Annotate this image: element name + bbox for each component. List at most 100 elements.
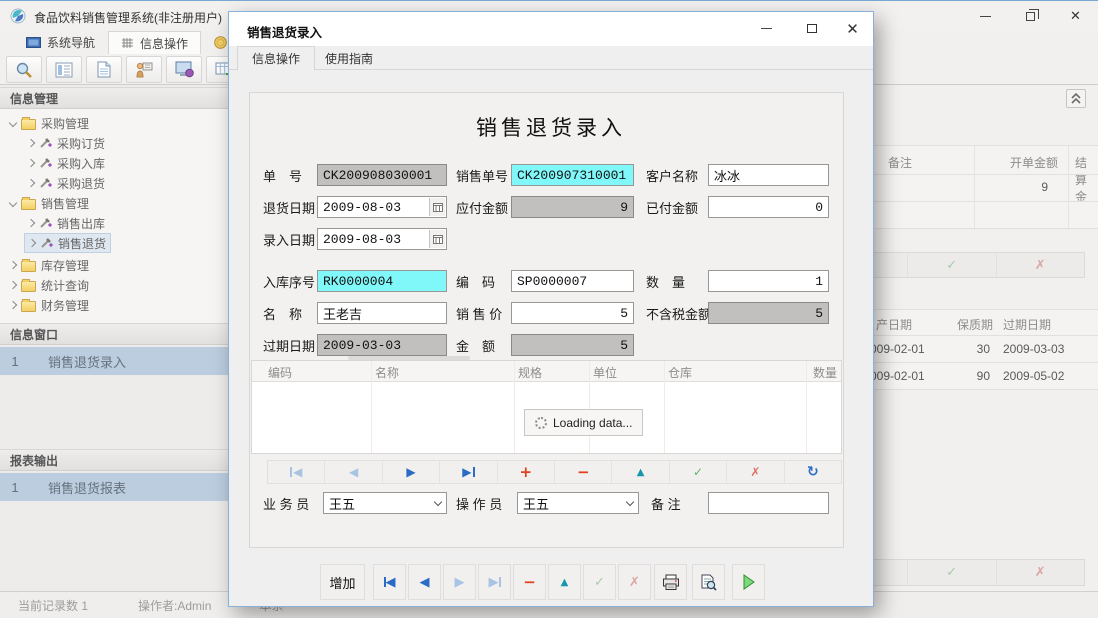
bottom-last-button[interactable]: ▶ (478, 564, 511, 600)
tree-item-sales-return[interactable]: 销售退货 (24, 233, 111, 253)
dialog-tab-user-guide[interactable]: 使用指南 (311, 46, 387, 70)
tree-item-stock-mgmt[interactable]: 库存管理 (6, 255, 93, 275)
last-record-icon: ▶ (462, 465, 471, 479)
grid-col-name[interactable]: 名称 (375, 364, 399, 381)
dialog-close-button[interactable]: ✕ (830, 12, 875, 45)
post-record-icon: ✓ (594, 575, 605, 590)
add-button[interactable]: 增加 (320, 564, 365, 600)
dialog-minimize-button[interactable] (744, 12, 789, 45)
ribbon-tab-system-nav[interactable]: 系统导航 (14, 31, 107, 54)
grid-col-spec[interactable]: 规格 (518, 364, 542, 381)
panel-collapse-button[interactable] (1066, 89, 1086, 108)
tree-item-purchase-mgmt[interactable]: 采购管理 (6, 113, 93, 133)
cross-icon: ✗ (1035, 565, 1046, 580)
toolbar-search-button[interactable] (6, 56, 42, 83)
batch-col-expire: 过期日期 (1003, 316, 1051, 333)
sidebar: 信息管理 采购管理 采购订货 采购入库 采购退货 销售管理 销售出库 销售退货 … (0, 85, 228, 591)
orders-col-settle: 结算金 (1075, 154, 1098, 205)
bottom-prev-button[interactable]: ◀ (408, 564, 441, 600)
nav-refresh-button[interactable]: ↻ (784, 461, 841, 483)
entry-date-field[interactable]: 2009-08-03 (317, 228, 447, 250)
nav-post-button[interactable]: ✓ (669, 461, 726, 483)
sales-return-dialog: 销售退货录入 ✕ 信息操作 使用指南 销售退货录入 单 号 CK20090803… (228, 11, 874, 607)
chevron-right-icon (27, 139, 35, 147)
bottom-next-button[interactable]: ▶ (443, 564, 476, 600)
tree-item-purchase-return[interactable]: 采购退货 (24, 173, 109, 193)
chevron-down-icon (626, 498, 634, 506)
toolbar-form-button[interactable] (46, 56, 82, 83)
batch-cancel-button[interactable]: ✗ (996, 560, 1085, 585)
customer-field[interactable]: 冰冰 (708, 164, 829, 186)
nav-first-button[interactable]: ◀ (268, 461, 324, 483)
return-date-field[interactable]: 2009-08-03 (317, 196, 447, 218)
remark-field[interactable] (708, 492, 829, 514)
tree-item-stats-query[interactable]: 统计查询 (6, 275, 93, 295)
chevron-right-icon (27, 179, 35, 187)
dialog-maximize-button[interactable] (789, 12, 834, 45)
main-minimize-button[interactable] (963, 1, 1008, 31)
main-restore-button[interactable] (1008, 1, 1053, 31)
spinner-icon (535, 417, 547, 429)
orders-table: 备注 开单金额 结算金 9 (862, 145, 1098, 229)
bottom-edit-button[interactable]: ▲ (548, 564, 581, 600)
tool-icon (39, 217, 52, 229)
dialog-tab-info-ops[interactable]: 信息操作 (237, 46, 315, 71)
code-field[interactable]: SP0000007 (511, 270, 634, 292)
nav-insert-button[interactable]: + (497, 461, 554, 483)
batch-post-button[interactable]: ✓ (907, 560, 996, 585)
name-field[interactable]: 王老吉 (317, 302, 447, 324)
toolbar-monitor-button[interactable] (166, 56, 202, 83)
nav-cancel-button[interactable]: ✗ (726, 461, 783, 483)
print-button[interactable] (654, 564, 687, 600)
qty-label: 数 量 (646, 270, 685, 292)
dialog-titlebar: 销售退货录入 ✕ (229, 12, 873, 46)
tree-item-purchase-in[interactable]: 采购入库 (24, 153, 109, 173)
calendar-dropdown-icon[interactable] (429, 230, 445, 248)
main-close-button[interactable]: ✕ (1053, 1, 1098, 31)
grid-scroll-thumb[interactable] (348, 356, 470, 360)
grid-col-warehouse[interactable]: 仓库 (668, 364, 692, 381)
sales-no-field[interactable]: CK200907310001 (511, 164, 634, 186)
double-chevron-up-icon (1071, 93, 1081, 104)
salesman-select[interactable]: 王五 (323, 492, 447, 514)
orders-post-button[interactable]: ✓ (907, 253, 996, 277)
payable-field: 9 (511, 196, 634, 218)
bottom-post-button[interactable]: ✓ (583, 564, 616, 600)
ribbon-tab-info-ops[interactable]: 信息操作 (108, 31, 201, 54)
stockin-no-field[interactable]: RK0000004 (317, 270, 447, 292)
operator-select[interactable]: 王五 (517, 492, 639, 514)
orders-cancel-button[interactable]: ✗ (996, 253, 1085, 277)
toolbar-person-button[interactable] (126, 56, 162, 83)
bottom-first-button[interactable]: ◀ (373, 564, 406, 600)
qty-field[interactable]: 1 (708, 270, 829, 292)
paid-field[interactable]: 0 (708, 196, 829, 218)
detail-grid: 编码 名称 规格 单位 仓库 数量 Loading data... (251, 360, 842, 454)
grid-col-unit[interactable]: 单位 (593, 364, 617, 381)
tree-item-sales-mgmt[interactable]: 销售管理 (6, 193, 93, 213)
nav-delete-button[interactable]: − (554, 461, 611, 483)
calendar-dropdown-icon[interactable] (429, 198, 445, 216)
maximize-icon (807, 24, 817, 33)
preview-button[interactable] (692, 564, 725, 600)
nav-last-button[interactable]: ▶ (439, 461, 496, 483)
price-field[interactable]: 5 (511, 302, 634, 324)
window-list-item-sales-return-entry[interactable]: 1 销售退货录入 (0, 347, 228, 375)
tree-item-purchase-order[interactable]: 采购订货 (24, 133, 109, 153)
nav-edit-button[interactable]: ▲ (611, 461, 668, 483)
run-button[interactable] (732, 564, 765, 600)
order-no-label: 单 号 (263, 164, 302, 186)
delete-record-icon: − (577, 463, 590, 481)
toolbar-document-button[interactable] (86, 56, 122, 83)
nav-prev-button[interactable]: ◀ (324, 461, 381, 483)
grid-col-code[interactable]: 编码 (268, 364, 292, 381)
tree-item-sales-out[interactable]: 销售出库 (24, 213, 109, 233)
bottom-cancel-button[interactable]: ✗ (618, 564, 651, 600)
tool-icon (40, 237, 53, 249)
report-list-item-sales-return-report[interactable]: 1 销售退货报表 (0, 473, 228, 501)
tree-item-finance-mgmt[interactable]: 财务管理 (6, 295, 93, 315)
nav-next-button[interactable]: ▶ (382, 461, 439, 483)
expire-date-field: 2009-03-03 (317, 334, 447, 356)
grid-col-qty[interactable]: 数量 (813, 364, 837, 381)
grid-navigator: ◀ ◀ ▶ ▶ + − ▲ ✓ ✗ ↻ (267, 460, 842, 484)
bottom-delete-button[interactable]: − (513, 564, 546, 600)
